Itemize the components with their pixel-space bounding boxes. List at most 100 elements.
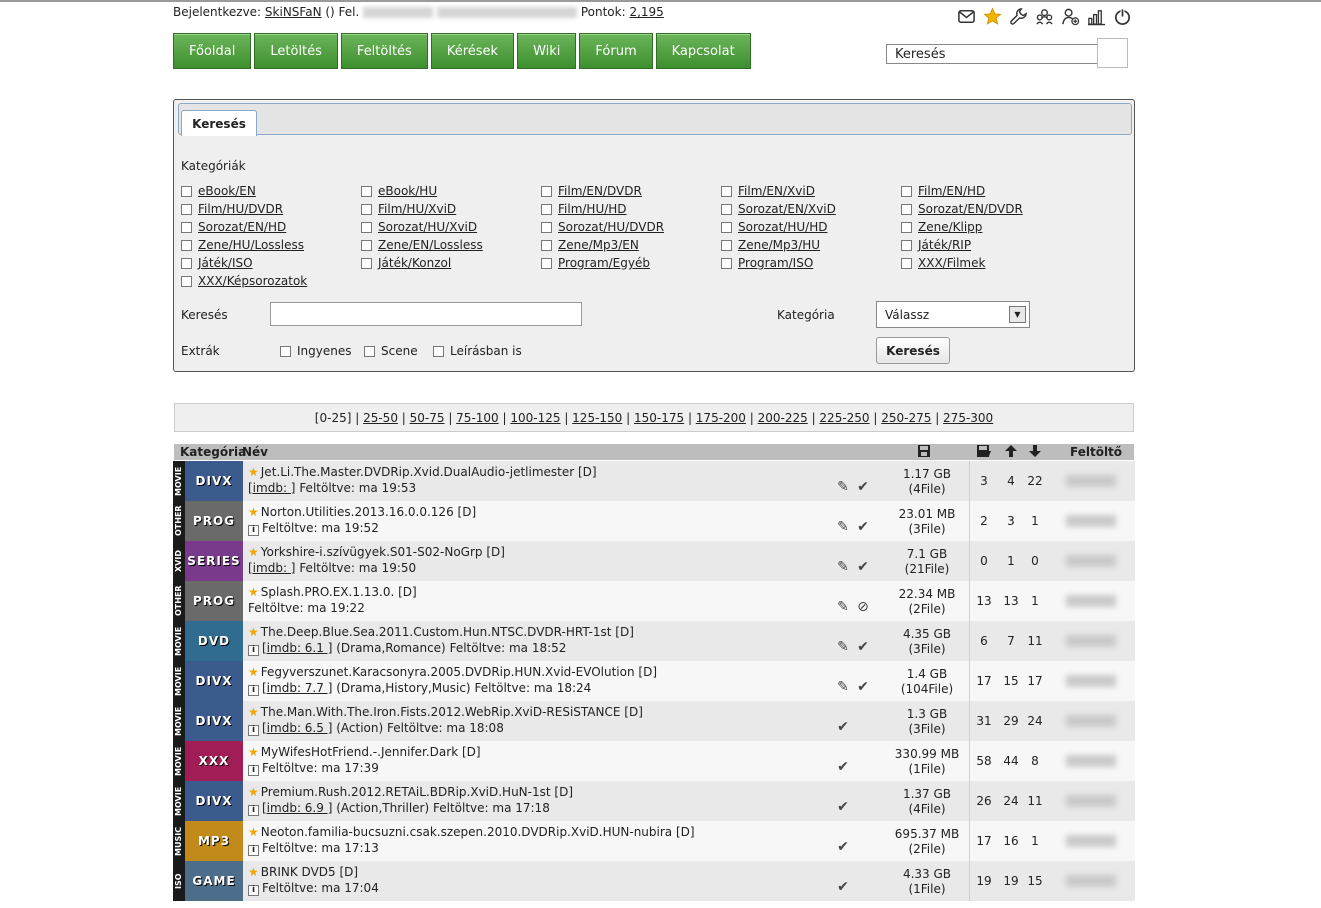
edit-icon[interactable]: ✎ [835, 519, 851, 535]
torrent-name[interactable]: ★ The.Deep.Blue.Sea.2011.Custom.Hun.NTSC.… [248, 625, 634, 639]
category-option[interactable]: eBook/HU [361, 184, 437, 198]
category-link[interactable]: Zene/Klipp [918, 220, 982, 234]
pager-link[interactable]: 175-200 [696, 411, 746, 425]
pager-link[interactable]: 150-175 [634, 411, 684, 425]
torrent-name[interactable]: ★ Premium.Rush.2012.RETAiL.BDRip.XviD.HuN… [248, 785, 573, 799]
category-link[interactable]: Zene/Mp3/HU [738, 238, 820, 252]
category-checkbox[interactable] [181, 221, 192, 233]
imdb-link[interactable]: [imdb: 7.7 ] [262, 681, 332, 695]
category-icon[interactable]: MOVIE DIVX [173, 661, 243, 701]
category-link[interactable]: Sorozat/HU/HD [738, 220, 827, 234]
pager-link[interactable]: 275-300 [943, 411, 993, 425]
category-checkbox[interactable] [721, 239, 732, 251]
category-link[interactable]: Film/EN/DVDR [558, 184, 642, 198]
warning-icon[interactable]: ⊘ [855, 599, 871, 615]
category-option[interactable]: Zene/Klipp [901, 220, 982, 234]
category-checkbox[interactable] [541, 257, 552, 269]
torrent-name[interactable]: ★ Norton.Utilities.2013.16.0.0.126 [D] [248, 505, 476, 519]
category-link[interactable]: Játék/Konzol [378, 256, 451, 270]
category-link[interactable]: Zene/HU/Lossless [198, 238, 304, 252]
info-icon[interactable]: i [248, 845, 259, 856]
wrench-icon[interactable] [1008, 6, 1029, 27]
pager-link[interactable]: 25-50 [363, 411, 398, 425]
pager-link[interactable]: 50-75 [410, 411, 445, 425]
category-option[interactable]: Zene/Mp3/EN [541, 238, 639, 252]
checkmark-icon[interactable]: ✔ [835, 839, 851, 855]
files-header-icon[interactable] [976, 444, 992, 461]
category-checkbox[interactable] [181, 239, 192, 251]
category-link[interactable]: eBook/EN [198, 184, 256, 198]
category-link[interactable]: Zene/EN/Lossless [378, 238, 483, 252]
edit-icon[interactable]: ✎ [835, 599, 851, 615]
category-checkbox[interactable] [721, 203, 732, 215]
info-icon[interactable]: i [248, 805, 259, 816]
category-checkbox[interactable] [181, 257, 192, 269]
category-option[interactable]: Film/HU/HD [541, 202, 627, 216]
category-checkbox[interactable] [181, 275, 192, 287]
category-link[interactable]: eBook/HU [378, 184, 437, 198]
torrent-name[interactable]: ★ Fegyverszunet.Karacsonyra.2005.DVDRip.H… [248, 665, 657, 679]
torrent-name[interactable]: ★ Splash.PRO.EX.1.13.0. [D] [248, 585, 417, 599]
torrent-name[interactable]: ★ The.Man.With.The.Iron.Fists.2012.WebRip… [248, 705, 643, 719]
edit-icon[interactable]: ✎ [835, 559, 851, 575]
search-submit-button[interactable]: Keresés [876, 337, 950, 364]
info-icon[interactable]: i [248, 525, 259, 536]
torrent-name[interactable]: ★ Jet.Li.The.Master.DVDRip.Xvid.DualAudio… [248, 465, 597, 479]
imdb-link[interactable]: [imdb: 6.9 ] [262, 801, 332, 815]
category-option[interactable]: Sorozat/HU/XviD [361, 220, 477, 234]
header-name[interactable]: Név [242, 445, 268, 459]
category-checkbox[interactable] [361, 221, 372, 233]
imdb-link[interactable]: [imdb: 6.5 ] [262, 721, 332, 735]
category-link[interactable]: Film/HU/HD [558, 202, 627, 216]
category-link[interactable]: Sorozat/HU/XviD [378, 220, 477, 234]
torrent-name[interactable]: ★ Neoton.familia-bucsuzni.csak.szepen.201… [248, 825, 695, 839]
edit-icon[interactable]: ✎ [835, 639, 851, 655]
torrent-title-link[interactable]: Neoton.familia-bucsuzni.csak.szepen.2010… [261, 825, 695, 839]
nav-requests[interactable]: Kérések [430, 33, 515, 69]
category-link[interactable]: Program/ISO [738, 256, 813, 270]
category-checkbox[interactable] [181, 203, 192, 215]
star-icon[interactable] [982, 6, 1003, 27]
category-link[interactable]: Film/EN/XviD [738, 184, 815, 198]
category-option[interactable]: Sorozat/EN/DVDR [901, 202, 1023, 216]
checkmark-icon[interactable]: ✔ [855, 559, 871, 575]
category-link[interactable]: Program/Egyéb [558, 256, 650, 270]
info-icon[interactable]: i [248, 885, 259, 896]
category-checkbox[interactable] [541, 185, 552, 197]
extra-scene[interactable]: Scene [364, 344, 418, 358]
checkmark-icon[interactable]: ✔ [855, 479, 871, 495]
edit-icon[interactable]: ✎ [835, 679, 851, 695]
nav-contact[interactable]: Kapcsolat [655, 33, 751, 69]
category-link[interactable]: Játék/ISO [198, 256, 253, 270]
category-link[interactable]: Film/HU/DVDR [198, 202, 283, 216]
checkmark-icon[interactable]: ✔ [835, 719, 851, 735]
category-option[interactable]: Zene/HU/Lossless [181, 238, 304, 252]
category-link[interactable]: Zene/Mp3/EN [558, 238, 639, 252]
info-icon[interactable]: i [248, 765, 259, 776]
category-checkbox[interactable] [181, 185, 192, 197]
category-icon[interactable]: MUSIC MP3 [173, 821, 243, 861]
pager-link[interactable]: 100-125 [510, 411, 560, 425]
info-icon[interactable]: i [248, 685, 259, 696]
category-checkbox[interactable] [901, 239, 912, 251]
category-link[interactable]: Sorozat/EN/DVDR [918, 202, 1023, 216]
users-icon[interactable] [1034, 6, 1055, 27]
category-link[interactable]: Játék/RIP [918, 238, 971, 252]
category-option[interactable]: Film/EN/HD [901, 184, 985, 198]
category-option[interactable]: Program/ISO [721, 256, 813, 270]
nav-wiki[interactable]: Wiki [517, 33, 577, 69]
category-option[interactable]: Sorozat/HU/DVDR [541, 220, 664, 234]
category-option[interactable]: Sorozat/EN/HD [181, 220, 286, 234]
extra-description[interactable]: Leírásban is [433, 344, 522, 358]
user-add-icon[interactable] [1060, 6, 1081, 27]
category-icon[interactable]: OTHER PROG [173, 501, 243, 541]
category-checkbox[interactable] [901, 257, 912, 269]
nav-download[interactable]: Letöltés [254, 33, 338, 69]
category-option[interactable]: Film/EN/DVDR [541, 184, 642, 198]
category-option[interactable]: Film/HU/XviD [361, 202, 456, 216]
category-checkbox[interactable] [361, 185, 372, 197]
category-checkbox[interactable] [721, 221, 732, 233]
pager-link[interactable]: 75-100 [456, 411, 499, 425]
pager-link[interactable]: 200-225 [758, 411, 808, 425]
info-icon[interactable]: i [248, 725, 259, 736]
